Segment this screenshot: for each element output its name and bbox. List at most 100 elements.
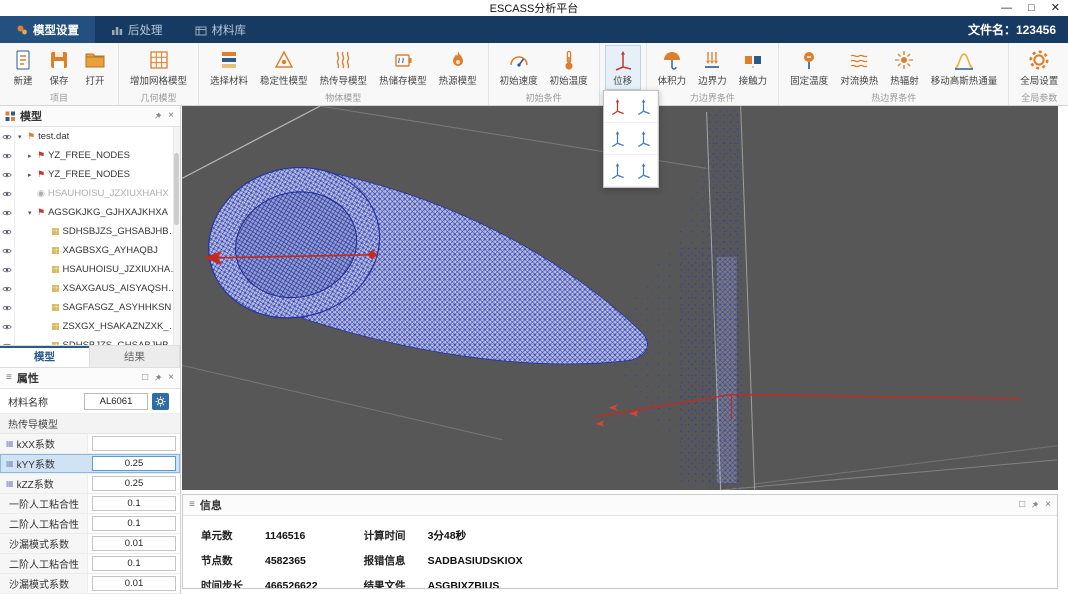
visibility-eye-icon[interactable] (0, 336, 15, 346)
tree-node-label: test.dat (38, 131, 69, 142)
restore-panel-icon[interactable]: □ (141, 373, 149, 383)
displacement-option[interactable] (631, 155, 658, 187)
tree-item[interactable]: ▦ SAGFASGZ_ASYHHKSN (0, 298, 180, 317)
info-stat-value: 4582365 (265, 555, 306, 567)
radiation-button[interactable]: 热辐射 (884, 45, 925, 90)
property-label: 沙漏模式系数 (0, 534, 88, 553)
property-row: 一阶人工粘合性 0.1 (0, 494, 180, 514)
property-row: ▦ kYY系数 0.25 (0, 454, 180, 474)
pin-icon[interactable] (153, 111, 163, 121)
property-value-input[interactable] (92, 436, 176, 451)
tree-item[interactable]: ▸ ⚑ YZ_FREE_NODES (0, 146, 180, 165)
tree-item[interactable]: ▦ HSAUHOISU_JZXIUXHAHX (0, 260, 180, 279)
displacement-option[interactable] (604, 91, 631, 123)
tab-model-settings[interactable]: 模型设置 (0, 16, 95, 43)
open-button[interactable]: 打开 (77, 45, 113, 90)
property-value-input[interactable]: 0.25 (92, 476, 176, 491)
left-sidebar: 模型 × ▾ ⚑ test.dat (0, 106, 181, 594)
tree-item[interactable]: ▾ ⚑ test.dat (0, 127, 180, 146)
tree-item[interactable]: ▸ ⚑ YZ_FREE_NODES (0, 165, 180, 184)
maximize-button[interactable]: □ (1028, 0, 1035, 16)
tree-node-icon: ▦ (51, 321, 60, 332)
close-panel-icon[interactable]: × (167, 373, 175, 383)
displacement-option[interactable] (631, 91, 658, 123)
save-floppy-icon (47, 48, 71, 72)
restore-panel-icon[interactable]: □ (1018, 500, 1026, 510)
new-button[interactable]: 新建 (5, 45, 41, 90)
initial-temperature-button[interactable]: 初始温度 (544, 45, 594, 90)
heat-conduction-model-button[interactable]: 热传导模型 (314, 45, 374, 90)
visibility-eye-icon[interactable] (0, 260, 15, 279)
displacement-option[interactable] (604, 155, 631, 187)
tree-item[interactable]: ▦ SDHSBJZS_GHSABJHB_ZAHU (0, 222, 180, 241)
tree-item[interactable]: ▦ XSAXGAUS_AISYAQSH_ASHX (0, 279, 180, 298)
property-value-input[interactable]: 0.1 (92, 516, 176, 531)
minimize-button[interactable]: — (1001, 0, 1012, 16)
property-value-input[interactable]: 0.1 (92, 496, 176, 511)
speed-gauge-icon (507, 48, 531, 72)
displacement-option[interactable] (604, 123, 631, 155)
property-value-input[interactable]: 0.01 (92, 536, 176, 551)
heat-storage-model-button[interactable]: 热储存模型 (373, 45, 433, 90)
convection-button[interactable]: 对流换热 (834, 45, 884, 90)
close-panel-icon[interactable]: × (1044, 500, 1052, 510)
sidebar-tab[interactable]: 结果 (90, 346, 180, 367)
tree-node-label: ZSXGX_HSAKAZNZXK_AHASX (63, 321, 180, 332)
contact-force-button[interactable]: 接触力 (733, 45, 774, 90)
sidebar-tab[interactable]: 模型 (0, 346, 90, 367)
displacement-option[interactable] (631, 123, 658, 155)
info-stat-label: 时间步长 (201, 578, 265, 589)
visibility-eye-icon[interactable] (0, 127, 15, 146)
global-settings-button[interactable]: 全局设置 (1014, 45, 1064, 90)
expand-arrow-icon[interactable]: ▾ (28, 209, 37, 217)
fixed-temperature-button[interactable]: 固定温度 (784, 45, 834, 90)
displacement-button[interactable]: 位移 (605, 45, 641, 90)
stability-model-button[interactable]: 稳定性模型 (254, 45, 314, 90)
visibility-eye-icon[interactable] (0, 241, 15, 260)
tab-post-processing[interactable]: 后处理 (95, 16, 179, 43)
visibility-eye-icon[interactable] (0, 146, 15, 165)
material-name-field[interactable]: AL6061 (84, 393, 148, 410)
expand-arrow-icon[interactable]: ▾ (18, 133, 27, 141)
property-row: ▦ kZZ系数 0.25 (0, 474, 180, 494)
property-value-input[interactable]: 0.1 (92, 556, 176, 571)
save-button[interactable]: 保存 (41, 45, 77, 90)
visibility-eye-icon[interactable] (0, 165, 15, 184)
material-settings-button[interactable] (152, 393, 169, 410)
boundary-force-button[interactable]: 边界力 (692, 45, 733, 90)
displacement-axes-icon (611, 48, 635, 72)
model-panel-header: 模型 × (0, 106, 180, 127)
tree-scrollbar-thumb[interactable] (174, 153, 179, 225)
add-mesh-model-button[interactable]: 增加网格模型 (124, 45, 193, 90)
heat-source-model-button[interactable]: 热源模型 (433, 45, 483, 90)
pin-icon[interactable] (153, 373, 163, 383)
select-material-button[interactable]: 选择材料 (204, 45, 254, 90)
tree-item[interactable]: ◉ HSAUHOISU_JZXIUXHAHX (0, 184, 180, 203)
visibility-eye-icon[interactable] (0, 222, 15, 241)
visibility-eye-icon[interactable] (0, 298, 15, 317)
property-row: 沙漏模式系数 0.01 (0, 574, 180, 594)
heat-waves-icon (331, 48, 355, 72)
visibility-eye-icon[interactable] (0, 279, 15, 298)
tab-material-library[interactable]: 材料库 (179, 16, 263, 43)
close-panel-icon[interactable]: × (167, 111, 175, 121)
tree-item[interactable]: ▦ XAGBSXG_AYHAQBJ (0, 241, 180, 260)
visibility-eye-icon[interactable] (0, 184, 15, 203)
pin-icon[interactable] (1030, 500, 1040, 510)
property-value-input[interactable]: 0.25 (92, 456, 176, 471)
initial-velocity-button[interactable]: 初始速度 (494, 45, 544, 90)
visibility-eye-icon[interactable] (0, 203, 15, 222)
tree-item[interactable]: ▦ ZSXGX_HSAKAZNZXK_AHASX (0, 317, 180, 336)
tree-item[interactable]: ▦ SDHSBJZS_GHSABJHB_ZAHU (0, 336, 180, 346)
close-button[interactable]: ✕ (1051, 0, 1060, 16)
tree-scrollbar[interactable] (173, 127, 180, 345)
property-value-input[interactable]: 0.01 (92, 576, 176, 591)
moving-gauss-flux-button[interactable]: 移动高斯热通量 (925, 45, 1004, 90)
tree-item[interactable]: ▾ ⚑ AGSGKJKG_GJHXAJKHXA (0, 203, 180, 222)
volume-force-button[interactable]: 体积力 (652, 45, 693, 90)
expand-arrow-icon[interactable]: ▸ (28, 171, 37, 179)
visibility-eye-icon[interactable] (0, 317, 15, 336)
tree-node-icon: ▦ (51, 302, 60, 313)
expand-arrow-icon[interactable]: ▸ (28, 152, 37, 160)
tree-node-icon: ▦ (51, 264, 60, 275)
